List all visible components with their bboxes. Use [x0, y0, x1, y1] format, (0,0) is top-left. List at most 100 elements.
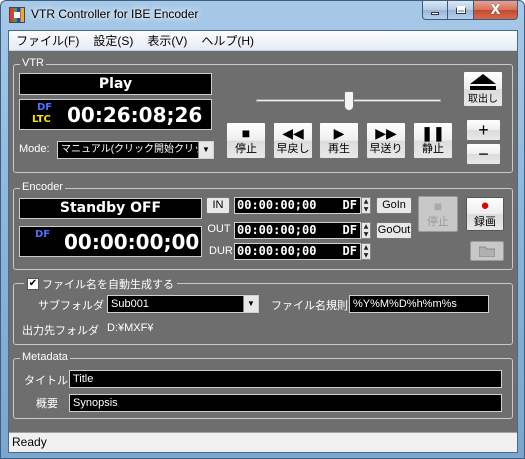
minus-icon: − [478, 144, 489, 164]
goout-label: GoOut [377, 224, 411, 236]
minus-button[interactable]: − [466, 143, 501, 165]
encoder-group: Encoder Standby OFF DF 00:00:00;00 IN 00… [13, 181, 513, 270]
menu-settings[interactable]: 設定(S) [86, 32, 140, 49]
in-timecode-field[interactable]: 00:00:00;00 DF [234, 197, 361, 214]
app-window: VTR Controller for IBE Encoder X ファイル(F)… [0, 0, 525, 459]
dur-df-suffix: DF [342, 244, 357, 258]
shuttle-slider[interactable] [256, 91, 441, 111]
spin-up-icon[interactable]: ▲ [362, 223, 370, 231]
plus-button[interactable]: + [466, 119, 501, 141]
out-timecode-field[interactable]: 00:00:00;00 DF [234, 222, 361, 239]
out-df-suffix: DF [342, 223, 357, 237]
menu-bar: ファイル(F) 設定(S) 表示(V) ヘルプ(H) [9, 31, 517, 51]
pause-label: 静止 [422, 142, 444, 155]
in-timecode: 00:00:00;00 [237, 198, 317, 212]
close-button[interactable]: X [474, 1, 518, 20]
spin-up-icon[interactable]: ▲ [362, 198, 370, 206]
summary-input-value: Synopsis [73, 397, 118, 409]
encoder-timecode-display: DF 00:00:00;00 [19, 226, 202, 257]
subfolder-select[interactable]: Sub001 ▼ [107, 295, 259, 313]
vtr-timecode-display: DF LTC 00:26:08;26 [19, 99, 212, 130]
rewind-icon: ◀◀ [282, 124, 304, 141]
spin-down-icon[interactable]: ▼ [362, 231, 370, 239]
in-spinner[interactable]: ▲ ▼ [361, 197, 371, 214]
caption-buttons: X [422, 1, 518, 20]
auto-filename-checkbox[interactable]: ✔ [27, 278, 39, 290]
filename-rule-value: %Y%M%D%h%m%s [353, 298, 457, 310]
goin-label: GoIn [382, 199, 406, 211]
encoder-stop-icon: ■ [433, 198, 443, 214]
maximize-button[interactable] [448, 1, 474, 20]
vtr-group-label: VTR [20, 57, 46, 69]
encoder-df-label: DF [35, 229, 51, 240]
spin-up-icon[interactable]: ▲ [362, 244, 370, 252]
fast-forward-icon: ▶▶ [375, 124, 397, 141]
dur-spinner[interactable]: ▲ ▼ [361, 243, 371, 260]
rewind-label: 早戻し [276, 142, 310, 155]
filename-rule-input[interactable]: %Y%M%D%h%m%s [349, 295, 489, 313]
app-icon[interactable] [9, 7, 25, 23]
shuttle-thumb[interactable] [344, 91, 354, 111]
menu-file[interactable]: ファイル(F) [9, 32, 86, 49]
subfolder-label: サブフォルダ [38, 300, 104, 312]
rewind-button[interactable]: ◀◀ 早戻し [273, 122, 313, 159]
encoder-status-text: Standby OFF [59, 200, 162, 216]
stop-button[interactable]: ■ 停止 [226, 122, 266, 159]
spin-down-icon[interactable]: ▼ [362, 206, 370, 214]
mode-select[interactable]: マニュアル(クリック開始クリック終了 ▼ [57, 141, 214, 159]
vtr-group: VTR Play DF LTC 00:26:08;26 Mode: マニュアル(… [13, 57, 513, 173]
vtr-status-display: Play [19, 73, 212, 95]
minimize-button[interactable] [422, 1, 448, 20]
encoder-group-label: Encoder [20, 181, 65, 193]
vtr-timecode: 00:26:08;26 [67, 103, 203, 127]
vtr-ltc-label: LTC [32, 114, 51, 125]
out-spinner[interactable]: ▲ ▼ [361, 222, 371, 239]
window-title: VTR Controller for IBE Encoder [31, 7, 199, 21]
mode-select-value: マニュアル(クリック開始クリック終了 [61, 144, 213, 155]
output-folder-label: 出力先フォルダ [22, 325, 99, 337]
metadata-group-label: Metadata [20, 351, 70, 363]
subfolder-value: Sub001 [111, 298, 149, 310]
menu-view[interactable]: 表示(V) [140, 32, 194, 49]
title-field-label: タイトル [24, 375, 68, 387]
fast-forward-label: 早送り [369, 142, 403, 155]
menu-help[interactable]: ヘルプ(H) [194, 32, 261, 49]
out-label: OUT [207, 223, 231, 235]
encoder-stop-label: 停止 [427, 216, 449, 228]
goout-button[interactable]: GoOut [376, 222, 412, 239]
record-icon: ● [480, 197, 490, 214]
maximize-icon [455, 6, 466, 14]
status-bar: Ready [9, 432, 517, 452]
in-button[interactable]: IN [206, 197, 230, 214]
minimize-icon [431, 11, 439, 15]
folder-button[interactable] [470, 241, 504, 261]
summary-input[interactable]: Synopsis [69, 394, 502, 412]
in-label: IN [212, 199, 224, 211]
client-area: ファイル(F) 設定(S) 表示(V) ヘルプ(H) VTR Play DF L… [8, 30, 518, 453]
goin-button[interactable]: GoIn [376, 197, 412, 214]
fast-forward-button[interactable]: ▶▶ 早送り [366, 122, 406, 159]
play-button[interactable]: ▶ 再生 [319, 122, 359, 159]
dur-label: DUR [209, 245, 233, 257]
pause-button[interactable]: ❚❚ 静止 [413, 122, 453, 159]
folder-icon [479, 246, 495, 257]
status-text: Ready [12, 435, 47, 449]
dur-timecode-field: 00:00:00;00 DF [234, 243, 361, 260]
title-input-value: Title [73, 373, 94, 385]
subfolder-dropdown-arrow-icon[interactable]: ▼ [243, 296, 258, 312]
eject-button[interactable]: 取出し [463, 71, 503, 107]
title-bar[interactable]: VTR Controller for IBE Encoder X [1, 1, 524, 29]
pause-icon: ❚❚ [421, 124, 445, 141]
output-folder-value: D:¥MXF¥ [107, 322, 154, 334]
mode-label: Mode: [19, 143, 50, 155]
stop-label: 停止 [235, 142, 257, 155]
auto-filename-checkbox-row[interactable]: ✔ ファイル名を自動生成する [24, 276, 177, 292]
encoder-stop-button[interactable]: ■ 停止 [418, 196, 458, 232]
mode-dropdown-arrow-icon[interactable]: ▼ [198, 142, 213, 158]
dur-timecode: 00:00:00;00 [237, 244, 317, 258]
spin-down-icon[interactable]: ▼ [362, 252, 370, 260]
play-label: 再生 [328, 142, 350, 155]
title-input[interactable]: Title [69, 370, 502, 388]
record-button[interactable]: ● 録画 [465, 196, 505, 232]
close-icon: X [490, 2, 501, 18]
